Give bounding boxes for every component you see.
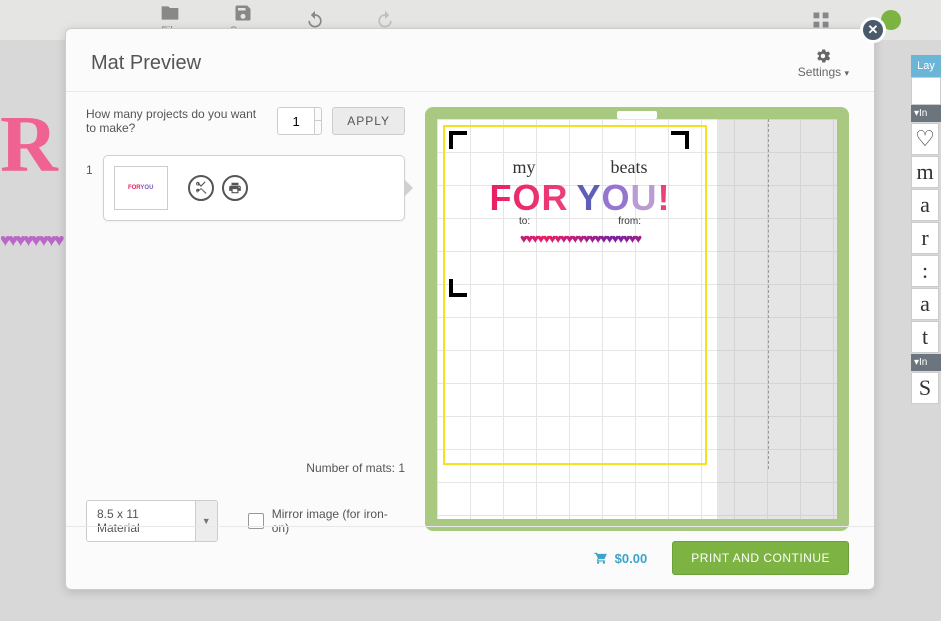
crop-corner-icon xyxy=(449,131,467,149)
caret-down-icon: ▾ xyxy=(844,68,849,78)
gear-icon xyxy=(814,47,832,65)
mat-number: 1 xyxy=(86,155,93,177)
sidebar-section[interactable]: ▾ In xyxy=(911,354,941,371)
crop-corner-icon xyxy=(449,279,467,297)
qty-up-icon[interactable]: ▲ xyxy=(315,108,322,121)
canvas-letter: R xyxy=(0,100,60,191)
print-icon[interactable] xyxy=(222,175,248,201)
mat-card[interactable]: FORYOU xyxy=(103,155,405,221)
layer-item[interactable]: S xyxy=(911,372,939,404)
layer-item[interactable]: ♡ xyxy=(911,123,939,155)
layer-item[interactable]: m xyxy=(911,156,939,188)
undo-icon[interactable] xyxy=(305,10,325,30)
canvas-hearts: ♥♥♥♥♥♥♥♥ xyxy=(0,230,62,251)
design-artwork: my beats FOR YOU! to: from: ♥♥♥♥♥♥♥♥♥♥♥♥… xyxy=(475,157,685,246)
apply-button[interactable]: APPLY xyxy=(332,107,405,135)
qty-label: How many projects do you want to make? xyxy=(86,107,267,135)
redo-icon[interactable] xyxy=(375,10,395,30)
close-button[interactable]: ✕ xyxy=(860,17,886,43)
crop-corner-icon xyxy=(671,131,689,149)
modal-title: Mat Preview xyxy=(91,52,201,75)
arrange-icon[interactable] xyxy=(811,10,831,30)
mat-thumbnail: FORYOU xyxy=(114,166,168,210)
qty-input[interactable] xyxy=(278,108,314,134)
price-label: $0.00 xyxy=(593,551,648,566)
sidebar-section[interactable]: ▾ In xyxy=(911,105,941,122)
print-continue-button[interactable]: PRINT AND CONTINUE xyxy=(672,541,849,575)
layer-item[interactable]: : xyxy=(911,255,939,287)
layer-item[interactable]: a xyxy=(911,288,939,320)
qty-down-icon[interactable]: ▼ xyxy=(315,121,322,134)
layers-sidebar: Lay ▾ In ♡ m a r : a t ▾ In S xyxy=(911,55,941,405)
mat-preview-area: my beats FOR YOU! to: from: ♥♥♥♥♥♥♥♥♥♥♥♥… xyxy=(425,107,849,531)
mats-count-label: Number of mats: 1 xyxy=(86,221,405,475)
layer-item[interactable]: t xyxy=(911,321,939,353)
settings-button[interactable]: Settings ▾ xyxy=(798,47,849,79)
layers-tab[interactable]: Lay xyxy=(911,55,941,77)
cart-icon xyxy=(593,551,609,565)
layer-item[interactable]: a xyxy=(911,189,939,221)
mat-preview-modal: ✕ Mat Preview Settings ▾ How many projec… xyxy=(65,28,875,590)
scissors-icon[interactable] xyxy=(188,175,214,201)
layer-item[interactable]: r xyxy=(911,222,939,254)
